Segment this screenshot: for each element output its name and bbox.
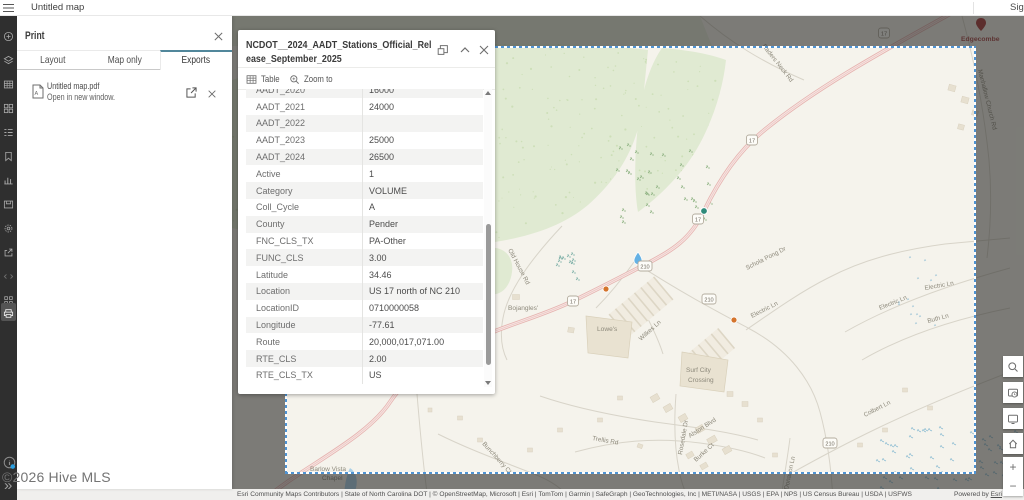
- svg-text:210: 210: [704, 297, 713, 303]
- svg-text:Lowe's: Lowe's: [597, 326, 618, 333]
- svg-text:210: 210: [825, 441, 834, 447]
- svg-text:17: 17: [749, 138, 755, 144]
- svg-text:Crossing: Crossing: [688, 377, 714, 384]
- svg-text:17: 17: [570, 299, 576, 305]
- svg-text:Bojangles': Bojangles': [508, 305, 538, 312]
- svg-text:210: 210: [640, 264, 649, 270]
- svg-text:A: A: [35, 91, 39, 97]
- svg-text:Surf City: Surf City: [686, 367, 712, 374]
- svg-text:17: 17: [695, 217, 701, 223]
